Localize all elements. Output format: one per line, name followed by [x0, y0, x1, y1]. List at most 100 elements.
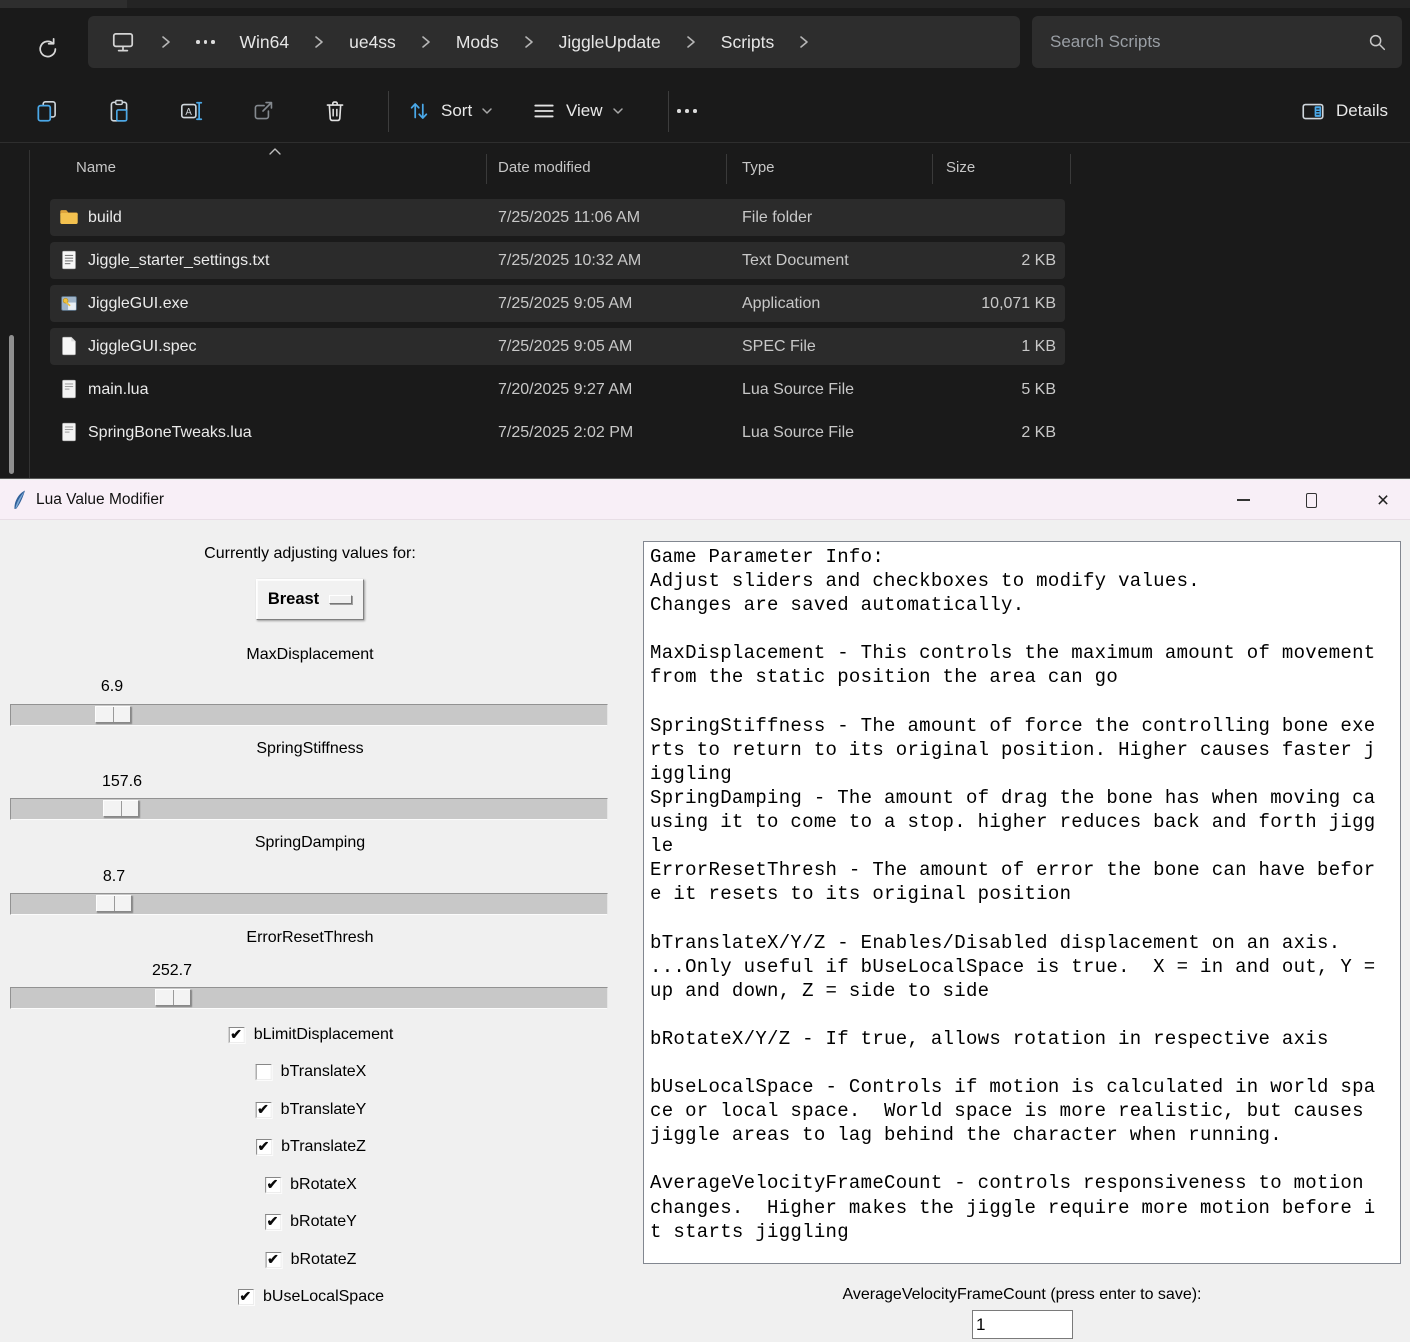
checkbox-label: bTranslateX [281, 1063, 367, 1081]
breadcrumb-ellipsis-icon[interactable] [196, 40, 215, 44]
title-bar: Lua Value Modifier × [0, 480, 1410, 520]
checkbox-brotatez[interactable]: bRotateZ [266, 1251, 357, 1269]
column-divider[interactable] [726, 154, 727, 184]
target-dropdown-value: Breast [268, 590, 319, 609]
breadcrumb: Win64 ue4ss Mods JiggleUpdate Scripts [88, 16, 1020, 68]
search-input[interactable] [1032, 32, 1366, 52]
file-type: Application [742, 285, 820, 322]
delete-button[interactable] [317, 93, 353, 129]
avg-velocity-input[interactable] [972, 1310, 1073, 1339]
checkbox-label: bLimitDisplacement [254, 1026, 394, 1044]
column-divider[interactable] [1070, 154, 1071, 184]
rename-button[interactable]: A [173, 93, 209, 129]
file-size: 10,071 KB [910, 285, 1056, 322]
column-header-size[interactable]: Size [946, 159, 975, 176]
nav-scrollbar-thumb[interactable] [9, 335, 14, 474]
checkbox-label: bUseLocalSpace [263, 1288, 384, 1306]
refresh-icon [35, 36, 61, 62]
slider-handle[interactable] [103, 800, 139, 817]
details-button[interactable]: Details [1300, 93, 1388, 129]
file-type: Text Document [742, 242, 849, 279]
refresh-button[interactable] [29, 30, 67, 68]
checkbox-btranslatez[interactable]: bTranslateZ [256, 1138, 366, 1156]
checkbox-label: bRotateY [290, 1213, 357, 1231]
maximize-button[interactable] [1296, 486, 1326, 514]
checkbox-label: bTranslateY [281, 1101, 367, 1119]
minimize-button[interactable] [1228, 486, 1258, 514]
file-row-main-lua[interactable]: main.lua 7/20/2025 9:27 AM Lua Source Fi… [50, 371, 1065, 408]
explorer-tab-strip [0, 0, 1410, 8]
checkbox-box[interactable] [256, 1139, 272, 1155]
file-row-jiggle-starter-settings[interactable]: Jiggle_starter_settings.txt 7/25/2025 10… [50, 242, 1065, 279]
checkbox-buselocalspace[interactable]: bUseLocalSpace [238, 1288, 384, 1306]
file-size: 5 KB [910, 371, 1056, 408]
checkbox-box[interactable] [256, 1064, 272, 1080]
checkbox-box[interactable] [265, 1177, 281, 1193]
checkbox-btranslatex[interactable]: bTranslateX [256, 1063, 367, 1081]
file-row-jigglegui-exe[interactable]: JiggleGUI.exe 7/25/2025 9:05 AM Applicat… [50, 285, 1065, 322]
search-icon[interactable] [1366, 31, 1388, 53]
lua-file-icon [58, 421, 80, 443]
folder-icon [58, 206, 80, 228]
checkbox-blimitdisplacement[interactable]: bLimitDisplacement [229, 1026, 394, 1044]
checkbox-box[interactable] [256, 1102, 272, 1118]
text-file-icon [58, 249, 80, 271]
slider-springdamping[interactable] [10, 893, 608, 915]
column-header-date[interactable]: Date modified [498, 159, 591, 176]
checkbox-brotatex[interactable]: bRotateX [265, 1176, 357, 1194]
checkbox-label: bTranslateZ [281, 1138, 366, 1156]
column-divider[interactable] [932, 154, 933, 184]
chevron-right-icon [799, 35, 809, 49]
checkbox-box[interactable] [238, 1289, 254, 1305]
python-tk-feather-icon [12, 490, 27, 510]
column-header-type[interactable]: Type [742, 159, 775, 176]
checkbox-brotatey[interactable]: bRotateY [265, 1213, 357, 1231]
search-box [1032, 16, 1402, 68]
breadcrumb-item-ue4ss[interactable]: ue4ss [349, 32, 396, 53]
lua-value-modifier-window: Lua Value Modifier × Currently adjusting… [0, 478, 1410, 1342]
share-button[interactable] [245, 93, 281, 129]
slider-handle[interactable] [95, 706, 131, 723]
view-button[interactable]: View [531, 93, 624, 129]
slider-springstiffness[interactable] [10, 798, 608, 820]
copy-button[interactable] [29, 93, 65, 129]
maximize-icon [1306, 493, 1317, 508]
adjusting-values-label: Currently adjusting values for: [204, 545, 416, 563]
file-list-header: Name Date modified Type Size [0, 150, 1410, 188]
target-dropdown[interactable]: Breast [256, 579, 364, 620]
file-size: 2 KB [910, 414, 1056, 451]
breadcrumb-item-mods[interactable]: Mods [456, 32, 499, 53]
checkbox-box[interactable] [265, 1214, 281, 1230]
column-header-name[interactable]: Name [76, 159, 116, 176]
lua-file-icon [58, 378, 80, 400]
file-type: File folder [742, 199, 812, 236]
this-pc-monitor-icon[interactable] [110, 29, 136, 55]
checkbox-box[interactable] [266, 1252, 282, 1268]
checkbox-btranslatey[interactable]: bTranslateY [256, 1101, 367, 1119]
details-icon [1300, 98, 1326, 124]
slider-maxdisplacement[interactable] [10, 704, 608, 726]
file-name: JiggleGUI.spec [88, 328, 197, 365]
file-row-springbonetweaks-lua[interactable]: SpringBoneTweaks.lua 7/25/2025 2:02 PM L… [50, 414, 1065, 451]
slider-errorresetthresh[interactable] [10, 987, 608, 1009]
close-button[interactable]: × [1368, 486, 1398, 514]
details-label: Details [1336, 101, 1388, 121]
file-row-jigglegui-spec[interactable]: JiggleGUI.spec 7/25/2025 9:05 AM SPEC Fi… [50, 328, 1065, 365]
slider-handle[interactable] [96, 895, 132, 912]
breadcrumb-item-scripts[interactable]: Scripts [721, 32, 774, 53]
checkbox-box[interactable] [229, 1027, 245, 1043]
paste-button[interactable] [101, 93, 137, 129]
breadcrumb-item-jiggleupdate[interactable]: JiggleUpdate [559, 32, 661, 53]
slider-handle[interactable] [155, 989, 191, 1006]
column-divider[interactable] [486, 154, 487, 184]
parameter-info-textbox[interactable]: Game Parameter Info: Adjust sliders and … [643, 541, 1401, 1264]
explorer-active-tab[interactable] [0, 0, 127, 8]
breadcrumb-item-win64[interactable]: Win64 [240, 32, 290, 53]
dropdown-indicator-icon [329, 595, 352, 604]
slider-label-errorresetthresh: ErrorResetThresh [246, 929, 373, 947]
explorer-toolbar: A [0, 80, 1410, 143]
sort-button[interactable]: Sort [406, 93, 493, 129]
file-row-build[interactable]: build 7/25/2025 11:06 AM File folder [50, 199, 1065, 236]
more-options-button[interactable] [669, 93, 705, 129]
exe-file-icon [58, 292, 80, 314]
